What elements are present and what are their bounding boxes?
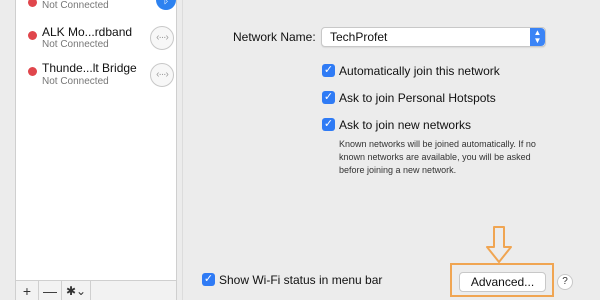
ask-new-networks-checkbox[interactable]: ✓	[322, 118, 335, 131]
ethernet-arrows-icon: ‹···›	[150, 63, 174, 87]
add-service-button[interactable]: +	[16, 281, 39, 300]
service-item-thunderbolt-bridge[interactable]: Thunde...lt Bridge Not Connected ‹···›	[16, 60, 176, 106]
network-name-label: Network Name:	[233, 30, 316, 44]
known-networks-help-text: Known networks will be joined automatica…	[339, 139, 536, 175]
gear-menu-button[interactable]: ✱⌄	[62, 281, 91, 300]
status-dot-red	[28, 67, 37, 76]
service-status: Not Connected	[42, 39, 109, 50]
personal-hotspots-label: Ask to join Personal Hotspots	[339, 91, 496, 105]
network-name-select[interactable]: TechProfet ▲ ▼	[321, 27, 546, 47]
auto-join-label: Automatically join this network	[339, 64, 500, 78]
ask-new-networks-label: Ask to join new networks	[339, 118, 472, 132]
service-list: Not Connected ᛒ ALK Mo...rdband Not Conn…	[15, 0, 177, 280]
service-name: ALK Mo...rdband	[42, 25, 133, 39]
service-name: Thunde...lt Bridge	[42, 61, 137, 75]
orange-down-arrow-icon	[486, 226, 512, 263]
split-divider[interactable]	[182, 0, 183, 300]
help-button[interactable]: ?	[557, 274, 573, 290]
service-status: Not Connected	[42, 76, 109, 87]
service-list-toolbar: + — ✱⌄	[15, 280, 177, 300]
chevron-up-down-icon: ▲ ▼	[530, 28, 545, 46]
status-dot-red	[28, 31, 37, 40]
service-status: Not Connected	[42, 0, 109, 11]
show-wifi-status-label: Show Wi-Fi status in menu bar	[219, 273, 383, 287]
show-wifi-status-checkbox[interactable]: ✓	[202, 273, 215, 286]
network-name-value: TechProfet	[330, 30, 388, 44]
remove-service-button[interactable]: —	[39, 281, 62, 300]
network-preferences-window: Not Connected ᛒ ALK Mo...rdband Not Conn…	[0, 0, 600, 300]
auto-join-checkbox[interactable]: ✓	[322, 64, 335, 77]
advanced-button[interactable]: Advanced...	[459, 272, 546, 292]
ethernet-arrows-icon: ‹···›	[150, 26, 174, 50]
personal-hotspots-checkbox[interactable]: ✓	[322, 91, 335, 104]
status-dot-red	[28, 0, 37, 7]
bluetooth-icon: ᛒ	[156, 0, 176, 10]
